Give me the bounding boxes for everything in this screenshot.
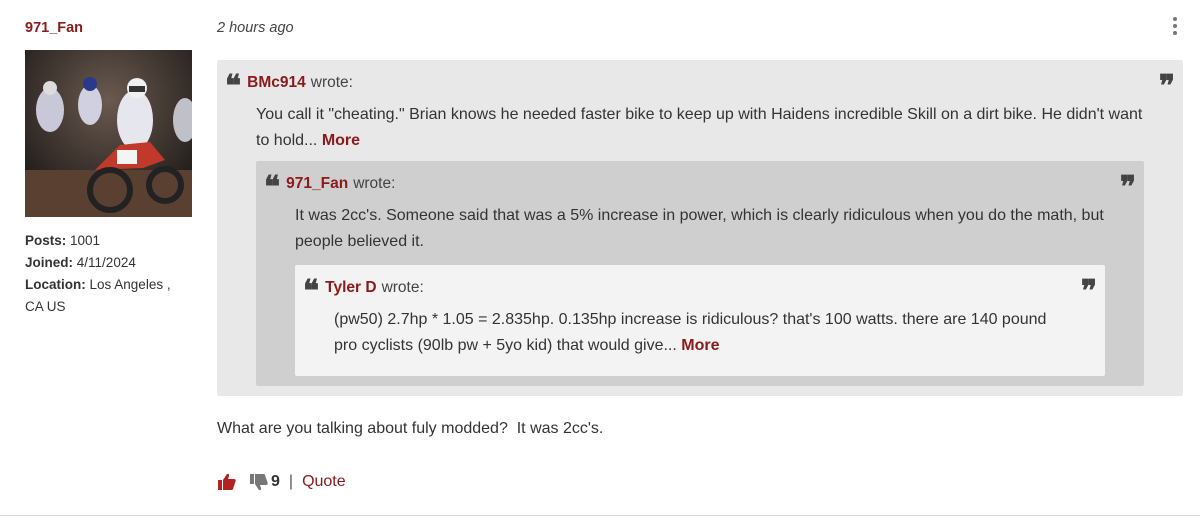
- quote-block-971-fan: ❝ 971_Fan wrote: ❞ It was 2cc's. Someone…: [256, 161, 1144, 386]
- quote-open-icon: ❝: [303, 274, 319, 309]
- quote-block-bmc914: ❝ BMc914 wrote: ❞ You call it "cheating.…: [217, 60, 1183, 396]
- posts-label: Posts:: [25, 233, 67, 248]
- quote-wrote-label: wrote:: [353, 175, 396, 192]
- thumbs-down-icon[interactable]: [249, 472, 269, 492]
- post-actions: 9 | Quote: [217, 472, 346, 492]
- joined-label: Joined:: [25, 255, 74, 270]
- joined-value: 4/11/2024: [76, 255, 136, 270]
- quote-text: It was 2cc's. Someone said that was a 5%…: [295, 207, 1104, 250]
- quote-block-tyler-d: ❝ Tyler D wrote: ❞ (pw50) 2.7hp * 1.05 =…: [295, 265, 1105, 376]
- quote-author-link[interactable]: BMc914: [247, 74, 306, 92]
- dislike-count: 9: [271, 473, 280, 490]
- avatar[interactable]: [25, 50, 192, 217]
- post-divider: [0, 515, 1200, 516]
- quote-wrote-label: wrote:: [381, 279, 424, 296]
- quote-author-link[interactable]: 971_Fan: [286, 175, 348, 193]
- quote-body: You call it "cheating." Brian knows he n…: [256, 106, 1143, 149]
- thumbs-up-icon[interactable]: [217, 472, 237, 492]
- forum-post: 971_Fan Posts: 1001 Joined: 4/11/2024 Lo…: [0, 0, 1200, 518]
- author-sidebar: 971_Fan Posts: 1001 Joined: 4/11/2024 Lo…: [25, 20, 195, 314]
- quote-close-icon: ❞: [1158, 69, 1175, 104]
- joined-row: Joined: 4/11/2024: [25, 252, 185, 274]
- more-link[interactable]: More: [322, 132, 360, 149]
- author-username[interactable]: 971_Fan: [25, 20, 195, 36]
- post-timestamp: 2 hours ago: [217, 20, 294, 36]
- quote-open-icon: ❝: [264, 170, 280, 205]
- location-label: Location:: [25, 277, 86, 292]
- quote-wrote-label: wrote:: [310, 74, 353, 91]
- quote-close-icon: ❞: [1080, 274, 1097, 309]
- post-message: What are you talking about fuly modded? …: [217, 420, 604, 437]
- posts-value: 1001: [70, 233, 101, 248]
- quote-open-icon: ❝: [225, 69, 241, 104]
- quote-author-link[interactable]: Tyler D: [325, 279, 376, 297]
- quote-button[interactable]: Quote: [302, 473, 346, 491]
- quote-header: ❝ Tyler D wrote:: [303, 274, 424, 309]
- location-row: Location: Los Angeles , CA US: [25, 274, 185, 318]
- quote-header: ❝ 971_Fan wrote:: [264, 170, 396, 205]
- more-vertical-icon[interactable]: [1167, 14, 1183, 38]
- quote-header: ❝ BMc914 wrote:: [225, 69, 353, 104]
- author-meta: Posts: 1001 Joined: 4/11/2024 Location: …: [25, 230, 185, 318]
- quote-text: (pw50) 2.7hp * 1.05 = 2.835hp. 0.135hp i…: [334, 307, 1054, 359]
- posts-row: Posts: 1001: [25, 230, 185, 252]
- action-separator: |: [288, 473, 294, 490]
- quote-text: You call it "cheating." Brian knows he n…: [256, 102, 1156, 154]
- more-link[interactable]: More: [681, 337, 719, 354]
- quote-close-icon: ❞: [1119, 170, 1136, 205]
